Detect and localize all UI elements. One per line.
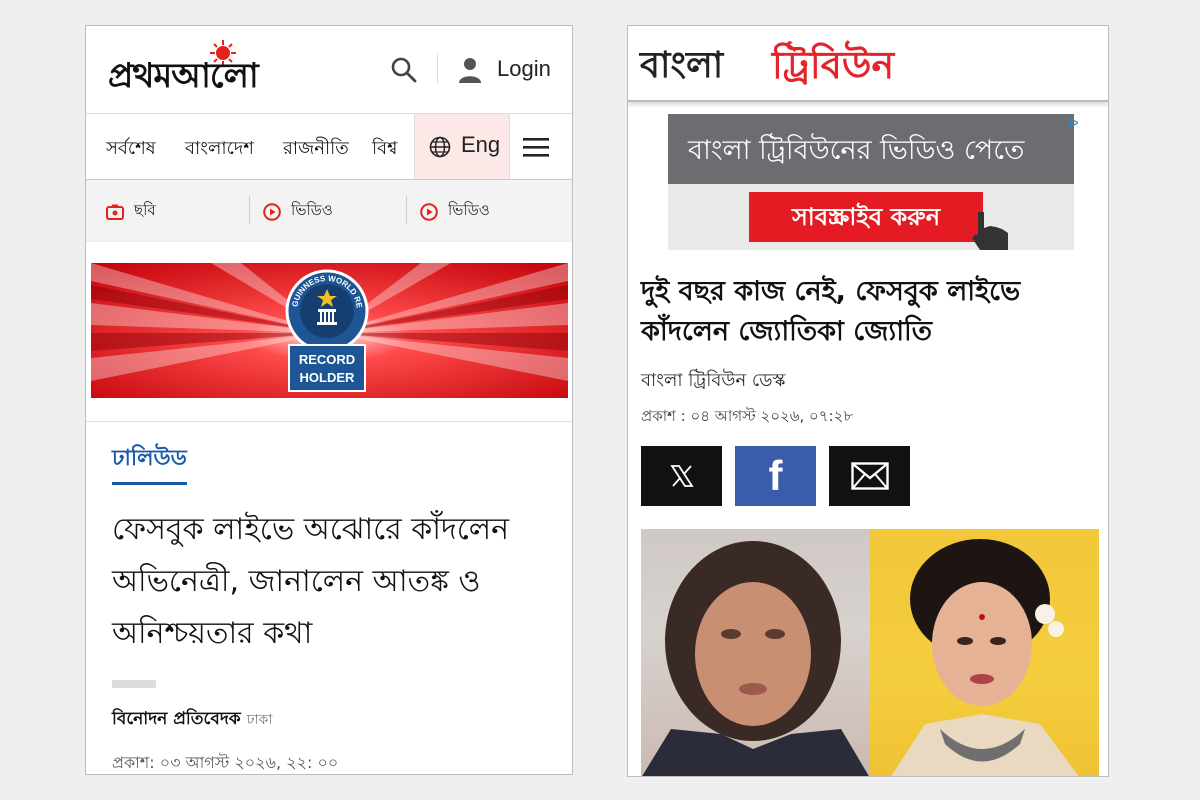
share-facebook-button[interactable]: f [735, 446, 816, 506]
author-name[interactable]: বিনোদন প্রতিবেদক [112, 709, 241, 729]
nav-item-latest[interactable]: সর্বশেষ [106, 134, 156, 165]
sub-nav-divider [406, 196, 407, 224]
bt-header: বাংলা ট্রিবিউন [628, 26, 1108, 102]
sub-nav-label: ভিডিও [291, 201, 333, 219]
pa-header: প্রথমআলো Login [86, 26, 572, 114]
article-headline[interactable]: দুই বছর কাজ নেই, ফেসবুক লাইভে কাঁদলেন জ্… [641, 272, 1101, 352]
facebook-icon: f [768, 452, 783, 499]
adchoices-icon[interactable]: ᐅ [1068, 116, 1079, 132]
article-headline[interactable]: ফেসবুক লাইভে অঝোরে কাঁদলেন অভিনেত্রী, জা… [112, 504, 552, 660]
search-icon[interactable] [390, 56, 418, 84]
nav-item-bangladesh[interactable]: বাংলাদেশ [185, 134, 254, 165]
sub-nav-video-2[interactable]: ভিডিও [420, 199, 490, 224]
nav-item-world[interactable]: বিশ্ব [372, 134, 397, 165]
login-button[interactable]: Login [497, 56, 551, 82]
globe-icon [429, 136, 451, 158]
subscribe-ad[interactable]: বাংলা ট্রিবিউনের ভিডিও পেতে সাবস্ক্রাইব … [668, 114, 1074, 250]
ad-text: বাংলা ট্রিবিউনের ভিডিও পেতে [688, 135, 1025, 166]
hand-pointer-icon [972, 212, 1008, 250]
article-byline: বিনোদন প্রতিবেদক ঢাকা [112, 706, 272, 734]
prothom-alo-panel: প্রথমআলো Login সর্বশেষ বাংলাদেশ রাজনীতি … [85, 25, 573, 775]
sub-nav-label: ভিডিও [448, 201, 490, 219]
play-circle-icon [420, 202, 438, 221]
author-location: ঢাকা [246, 712, 273, 728]
sub-nav-photo[interactable]: ছবি [106, 199, 156, 224]
article-photo-left [641, 529, 870, 776]
category-tag[interactable]: ঢালিউড [112, 441, 187, 485]
subscribe-button[interactable]: সাবস্ক্রাইব করুন [749, 192, 983, 242]
camera-icon [106, 204, 124, 220]
x-icon [669, 465, 694, 487]
sub-nav-divider [249, 196, 250, 224]
play-circle-icon [263, 202, 281, 221]
user-icon[interactable] [458, 56, 482, 84]
publish-date: প্রকাশ: ০৩ আগস্ট ২০২৬, ২২: ০০ [112, 753, 339, 772]
bangla-tribune-panel: বাংলা ট্রিবিউন বাংলা ট্রিবিউনের ভিডিও পে… [627, 25, 1109, 777]
site-logo-part1[interactable]: বাংলা [640, 38, 723, 98]
site-logo-part2[interactable]: ট্রিবিউন [772, 36, 894, 100]
language-switch[interactable]: Eng [414, 114, 510, 179]
placeholder-bar [112, 680, 156, 688]
sub-nav-label: ছবি [134, 201, 156, 219]
share-x-button[interactable] [641, 446, 722, 506]
sub-nav-video[interactable]: ভিডিও [263, 199, 333, 224]
badge-label-record: RECORD [299, 352, 355, 367]
header-divider [437, 54, 438, 84]
hamburger-menu-icon[interactable] [523, 136, 549, 158]
article-photo-right [870, 529, 1099, 776]
main-nav: সর্বশেষ বাংলাদেশ রাজনীতি বিশ্ব Eng [86, 114, 572, 180]
nav-item-politics[interactable]: রাজনীতি [283, 134, 349, 165]
badge-label-holder: HOLDER [300, 370, 356, 385]
guinness-record-banner[interactable]: GUINNESS WORLD RECORDS RECORD HOLDER [91, 263, 568, 398]
article-byline[interactable]: বাংলা ট্রিবিউন ডেস্ক [641, 366, 785, 397]
section-divider [86, 421, 572, 422]
site-logo[interactable]: প্রথমআলো [108, 50, 259, 107]
publish-date: প্রকাশ : ০৪ আগস্ট ২০২৬, ০৭:২৮ [641, 407, 854, 425]
sub-nav: ছবি ভিডিও ভিডিও [86, 180, 572, 242]
share-email-button[interactable] [829, 446, 910, 506]
language-label: Eng [461, 132, 501, 157]
mail-icon [850, 462, 889, 490]
